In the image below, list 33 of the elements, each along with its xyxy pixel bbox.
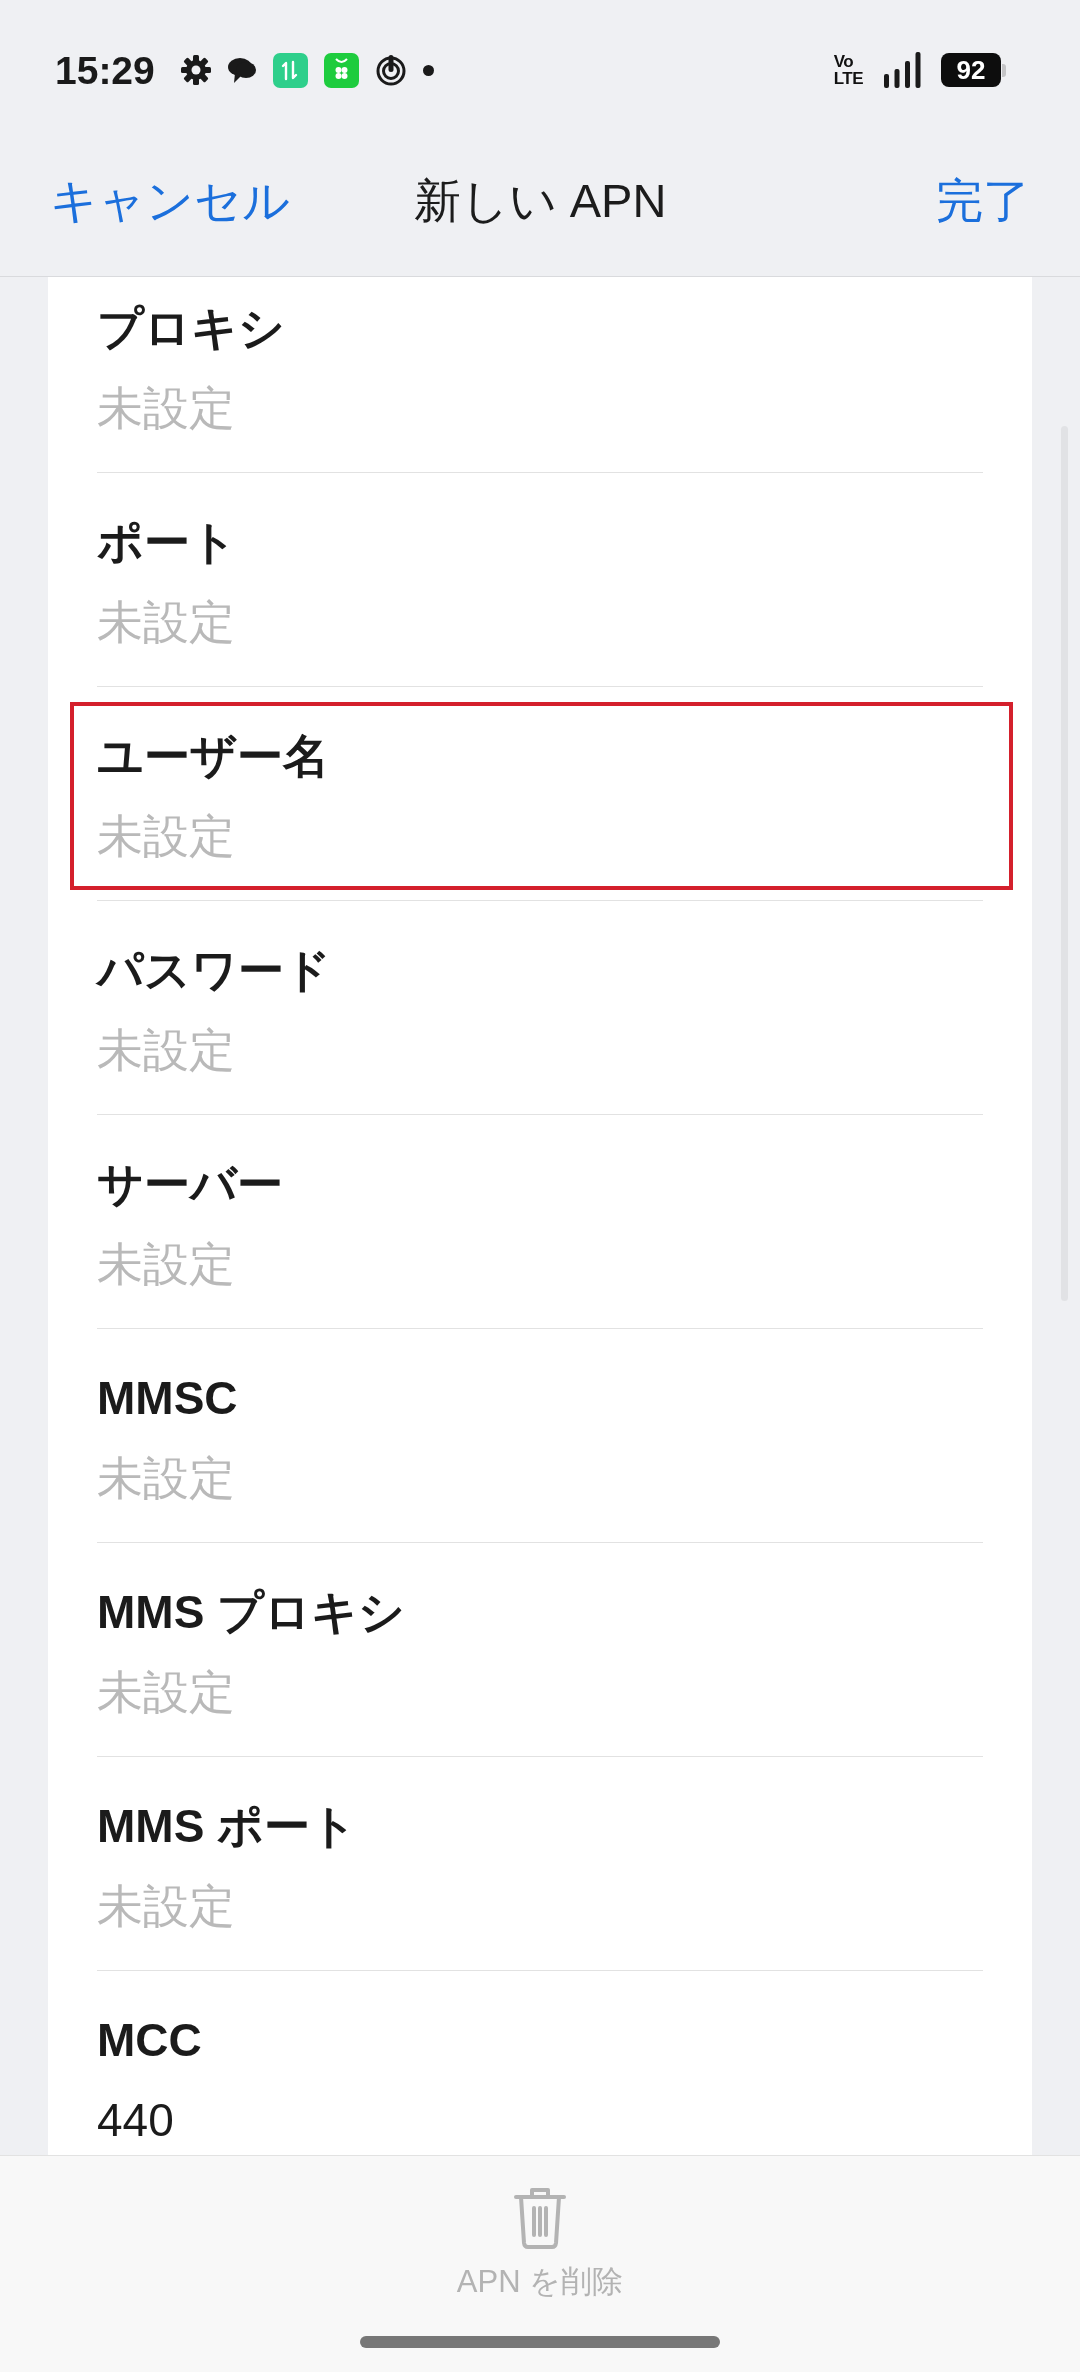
field-value[interactable]: 未設定 bbox=[97, 592, 986, 652]
cancel-button[interactable]: キャンセル bbox=[50, 172, 290, 230]
battery-indicator: 92 bbox=[941, 53, 1006, 87]
field-label: プロキシ bbox=[97, 301, 286, 356]
target-icon bbox=[374, 54, 407, 86]
network-type-text: LTE bbox=[833, 70, 863, 87]
screen-title: 新しい APN bbox=[413, 172, 667, 229]
field-label: MMS ポート bbox=[97, 1799, 359, 1854]
field-label: パスワード bbox=[97, 943, 332, 998]
field-label: サーバー bbox=[97, 1157, 284, 1212]
field-label: ユーザー名 bbox=[97, 729, 330, 784]
done-button[interactable]: 完了 bbox=[936, 172, 1030, 230]
field-label: MMS プロキシ bbox=[97, 1585, 407, 1640]
field-value[interactable]: 未設定 bbox=[97, 806, 986, 866]
field-value[interactable]: 未設定 bbox=[97, 1448, 986, 1508]
arrows-app-icon bbox=[272, 52, 308, 88]
status-time: 15:29 bbox=[55, 50, 155, 90]
dot-icon bbox=[422, 64, 434, 76]
network-type-text: Vo bbox=[833, 53, 854, 70]
settings-icon bbox=[180, 55, 211, 85]
signal-icon bbox=[883, 52, 921, 88]
chat-bubble-icon bbox=[226, 56, 257, 84]
field-value[interactable]: 未設定 bbox=[97, 1234, 986, 1294]
field-value[interactable]: 未設定 bbox=[97, 1876, 986, 1936]
field-value[interactable]: 未設定 bbox=[97, 378, 986, 438]
field-label: MMSC bbox=[97, 1371, 239, 1426]
clover-app-icon bbox=[323, 52, 359, 88]
field-value[interactable]: 未設定 bbox=[97, 1020, 986, 1080]
trash-icon bbox=[513, 2186, 567, 2250]
field-label: ポート bbox=[97, 515, 238, 570]
field-value[interactable]: 未設定 bbox=[97, 1662, 986, 1722]
field-label: MCC bbox=[97, 2013, 203, 2068]
field-value[interactable]: 440 bbox=[97, 2090, 986, 2150]
